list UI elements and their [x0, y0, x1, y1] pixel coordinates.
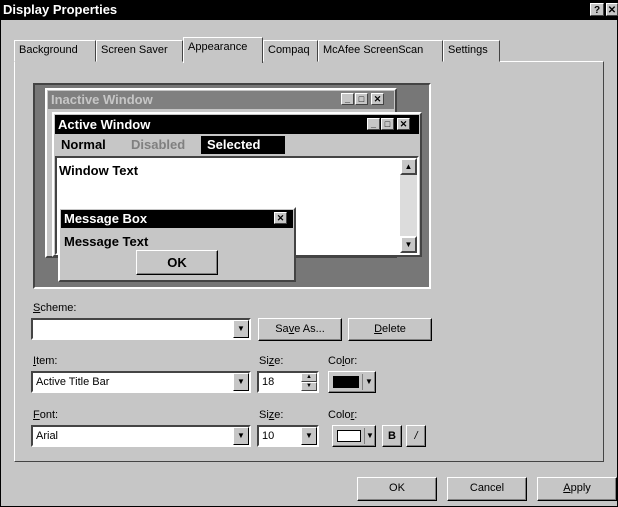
preview-scrollbar[interactable]: ▲ ▼ — [400, 158, 417, 253]
chevron-down-icon: ▼ — [365, 377, 373, 386]
apply-button[interactable]: Apply — [537, 477, 617, 501]
minimize-icon[interactable]: _ — [367, 118, 380, 130]
active-window-title: Active Window — [58, 117, 151, 132]
scheme-select[interactable]: ▼ — [31, 318, 251, 340]
maximize-icon[interactable]: □ — [381, 118, 394, 130]
message-box-title: Message Box — [64, 211, 148, 226]
chevron-down-icon[interactable]: ▼ — [233, 373, 249, 391]
item-size-spinner[interactable]: 18 ▲ ▼ — [257, 371, 319, 393]
spin-down-icon[interactable]: ▼ — [301, 382, 317, 391]
delete-button[interactable]: Delete — [348, 318, 432, 341]
item-size-label: Size: — [259, 355, 284, 367]
tab-compaq[interactable]: Compaq — [263, 40, 318, 62]
cancel-button[interactable]: Cancel — [447, 477, 527, 501]
window-text: Window Text — [59, 163, 139, 178]
font-color-button[interactable]: ▼ — [332, 425, 376, 447]
message-box-title-bar[interactable]: Message Box ✕ — [61, 210, 293, 228]
title-bar[interactable]: Display Properties ? ✕ — [0, 0, 618, 20]
inactive-window-title: Inactive Window — [51, 92, 153, 107]
help-button[interactable]: ? — [590, 3, 604, 16]
chevron-down-icon[interactable]: ▼ — [301, 427, 317, 445]
close-icon[interactable]: ✕ — [397, 118, 410, 130]
close-icon[interactable]: ✕ — [606, 3, 618, 16]
font-select[interactable]: Arial ▼ — [31, 425, 251, 447]
preview-menu-bar: Normal Disabled Selected — [55, 135, 419, 155]
maximize-icon[interactable]: □ — [355, 93, 368, 105]
tab-screen-saver[interactable]: Screen Saver — [96, 40, 183, 62]
font-size-value: 10 — [262, 430, 275, 442]
font-size-select[interactable]: 10 ▼ — [257, 425, 319, 447]
italic-button[interactable]: / — [406, 425, 426, 447]
chevron-down-icon[interactable]: ▼ — [233, 320, 249, 338]
tab-appearance[interactable]: Appearance — [183, 37, 263, 63]
chevron-down-icon[interactable]: ▼ — [233, 427, 249, 445]
ok-button[interactable]: OK — [357, 477, 437, 501]
tab-background[interactable]: Background — [14, 40, 96, 62]
scroll-up-icon[interactable]: ▲ — [400, 158, 417, 175]
message-text: Message Text — [64, 234, 149, 249]
chevron-down-icon: ▼ — [366, 431, 374, 440]
inactive-title-bar[interactable]: Inactive Window _ □ ✕ — [48, 91, 394, 109]
item-color-label: Color: — [328, 355, 358, 367]
menu-selected[interactable]: Selected — [201, 136, 285, 154]
font-color-swatch — [337, 430, 361, 442]
tab-settings[interactable]: Settings — [443, 40, 500, 62]
bold-button[interactable]: B — [382, 425, 402, 447]
item-size-value: 18 — [262, 376, 275, 388]
active-title-bar[interactable]: Active Window _ □ ✕ — [55, 115, 419, 134]
divider — [364, 428, 365, 444]
close-icon[interactable]: ✕ — [274, 212, 287, 224]
message-box-ok-button[interactable]: OK — [136, 250, 218, 275]
font-value: Arial — [36, 430, 59, 442]
font-label: Font: — [33, 409, 59, 421]
divider — [362, 374, 363, 390]
item-color-swatch — [333, 376, 359, 388]
spin-up-icon[interactable]: ▲ — [301, 373, 317, 382]
item-select[interactable]: Active Title Bar ▼ — [31, 371, 251, 393]
menu-disabled[interactable]: Disabled — [131, 137, 185, 152]
item-color-button[interactable]: ▼ — [328, 371, 376, 393]
font-size-label: Size: — [259, 409, 284, 421]
menu-normal[interactable]: Normal — [61, 137, 106, 152]
font-color-label: Color: — [328, 409, 358, 421]
close-icon[interactable]: ✕ — [371, 93, 384, 105]
scheme-label: Scheme: — [33, 302, 77, 314]
item-label: Item: — [33, 355, 58, 367]
tab-mcafee-screenscan[interactable]: McAfee ScreenScan — [318, 40, 443, 62]
window-title: Display Properties — [3, 2, 118, 17]
save-as-button[interactable]: Save As... — [258, 318, 342, 341]
scroll-down-icon[interactable]: ▼ — [400, 236, 417, 253]
item-value: Active Title Bar — [36, 376, 110, 388]
minimize-icon[interactable]: _ — [341, 93, 354, 105]
